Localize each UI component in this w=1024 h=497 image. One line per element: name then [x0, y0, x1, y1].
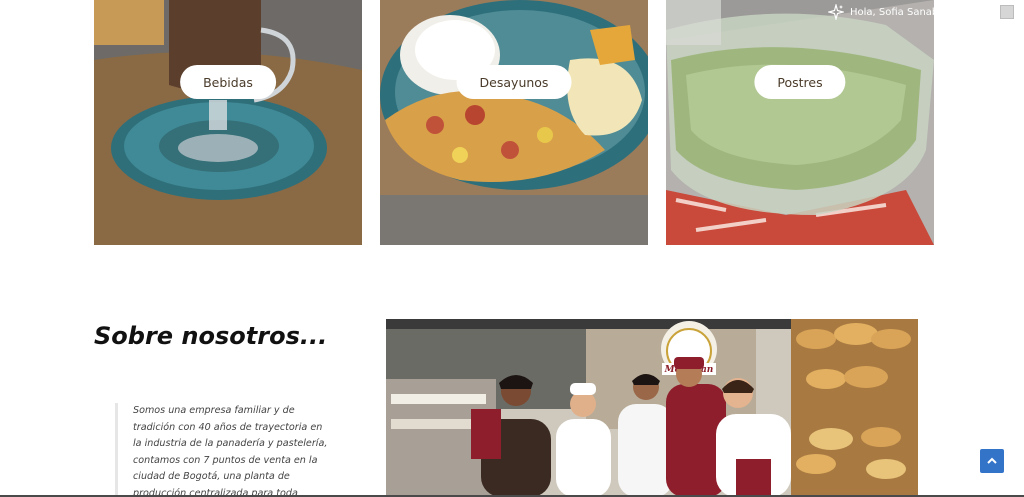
bakery-team-image: Mettopan — [386, 319, 918, 497]
category-card-bebidas[interactable]: Bebidas — [94, 0, 362, 245]
greeting-text: Hola, Sofia Sanabria Pineda — [850, 6, 989, 18]
category-button-postres[interactable]: Postres — [754, 65, 846, 99]
about-quote: Somos una empresa familiar y de tradició… — [115, 403, 330, 497]
chevron-up-icon — [987, 457, 997, 464]
category-button-desayunos[interactable]: Desayunos — [456, 65, 572, 99]
sparkle-icon — [828, 4, 844, 20]
desayunos-image — [380, 0, 648, 245]
about-paragraph: Somos una empresa familiar y de tradició… — [133, 405, 328, 497]
bebidas-image — [94, 0, 362, 245]
avatar-icon[interactable] — [1000, 5, 1015, 19]
page: Bebidas Desayunos Postres Hola, Sofia Sa… — [0, 0, 1024, 497]
scroll-to-top-button[interactable] — [980, 449, 1004, 473]
admin-greeting[interactable]: Hola, Sofia Sanabria Pineda — [828, 3, 1024, 21]
category-button-bebidas[interactable]: Bebidas — [180, 65, 276, 99]
category-card-postres[interactable]: Postres — [666, 0, 934, 245]
team-photo: Mettopan — [386, 319, 918, 497]
category-card-desayunos[interactable]: Desayunos — [380, 0, 648, 245]
postres-image — [666, 0, 934, 245]
about-title: Sobre nosotros... — [94, 322, 328, 350]
